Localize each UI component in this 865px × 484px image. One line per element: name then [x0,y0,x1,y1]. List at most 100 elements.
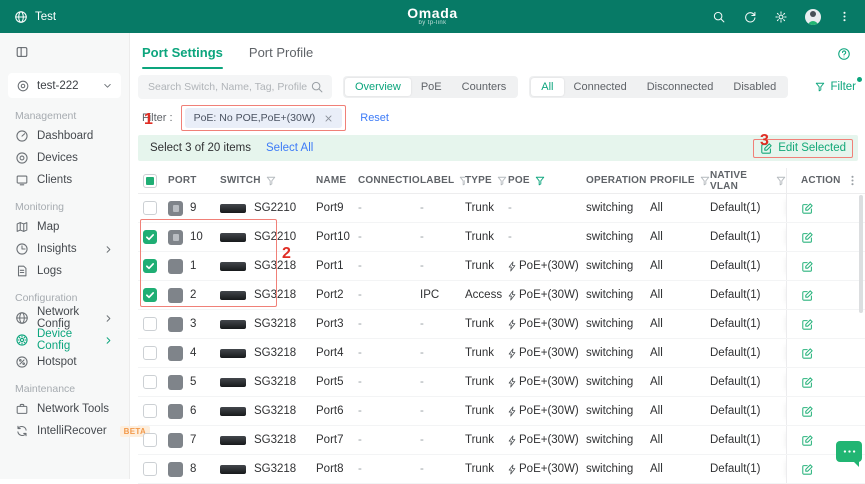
table-row[interactable]: 5 SG3218 Port5 - - Trunk PoE+(30W) switc… [138,368,865,397]
row-checkbox[interactable] [143,433,157,447]
port-number: 4 [190,347,196,359]
filter-button[interactable]: Filter [815,81,858,93]
row-checkbox[interactable] [143,404,157,418]
operation-value: switching [586,223,650,251]
sidebar-item-network-tools[interactable]: Network Tools [0,398,129,420]
port-name: Port3 [316,310,358,338]
edit-port-icon[interactable] [801,376,814,389]
table-row[interactable]: 9 SG2210 Port9 - - Trunk - switching All… [138,194,865,223]
sidebar-item-network-config[interactable]: Network Config [0,307,129,329]
status-segment-disabled[interactable]: Disabled [723,78,786,96]
edit-port-icon[interactable] [801,405,814,418]
device-config-icon [15,333,29,347]
gear-icon[interactable] [774,10,788,24]
site-selector[interactable]: test-222 [8,73,121,98]
kebab-menu-icon[interactable] [838,10,851,23]
select-all-checkbox[interactable] [143,174,157,188]
type-value: Trunk [465,426,508,454]
row-checkbox[interactable] [143,375,157,389]
select-all-link[interactable]: Select All [266,142,313,154]
sidebar-item-device-config[interactable]: Device Config [0,329,129,351]
sidebar-item-map[interactable]: Map [0,216,129,238]
annotation-number-2: 2 [282,245,291,263]
port-name: Port6 [316,397,358,425]
table-row[interactable]: 8 SG3218 Port8 - - Trunk PoE+(30W) switc… [138,455,865,484]
view-segment-poe[interactable]: PoE [411,78,452,96]
switch-thumbnail [220,436,246,445]
poe-value: PoE+(30W) [508,281,586,309]
table-scrollbar[interactable] [859,195,863,313]
sidebar-item-dashboard[interactable]: Dashboard [0,125,129,147]
row-checkbox[interactable] [143,317,157,331]
sidebar-item-clients[interactable]: Clients [0,169,129,191]
row-checkbox[interactable] [143,288,157,302]
chat-widget-button[interactable] [836,441,862,462]
funnel-icon [815,82,825,92]
reset-filters-link[interactable]: Reset [360,112,389,124]
edit-port-icon[interactable] [801,318,814,331]
edit-port-icon[interactable] [801,289,814,302]
edit-port-icon[interactable] [801,463,814,476]
table-row[interactable]: 6 SG3218 Port6 - - Trunk PoE+(30W) switc… [138,397,865,426]
chevron-right-icon [103,313,114,324]
status-segment-connected[interactable]: Connected [564,78,637,96]
sidebar-collapse-icon[interactable] [15,45,29,59]
funnel-icon[interactable] [266,176,276,186]
help-icon[interactable] [837,47,851,69]
funnel-icon[interactable] [497,176,507,186]
close-icon[interactable] [324,114,333,123]
table-row[interactable]: 10 SG2210 Port10 - - Trunk - switching A… [138,223,865,252]
switch-thumbnail [220,349,246,358]
row-checkbox[interactable] [143,346,157,360]
chat-dots-icon [842,448,857,455]
edit-port-icon[interactable] [801,260,814,273]
column-header-operation: OPERATION [586,168,650,193]
column-settings-icon[interactable] [846,174,859,187]
native-vlan-value: Default(1) [710,368,786,396]
search-icon[interactable] [712,10,726,24]
edit-port-icon[interactable] [801,202,814,215]
filter-chip[interactable]: PoE: No POE,PoE+(30W) [185,108,343,128]
view-segment-counters[interactable]: Counters [452,78,517,96]
edit-selected-button[interactable]: Edit Selected [760,142,846,155]
status-segment-all[interactable]: All [531,78,563,96]
sidebar-item-hotspot[interactable]: Hotspot [0,351,129,373]
tab-port-profile[interactable]: Port Profile [249,45,313,69]
sidebar-item-intellirecover[interactable]: IntelliRecover BETA [0,420,129,442]
sidebar-item-devices[interactable]: Devices [0,147,129,169]
table-row[interactable]: 2 SG3218 Port2 - IPC Access PoE+(30W) sw… [138,281,865,310]
avatar[interactable] [805,9,821,25]
row-checkbox[interactable] [143,259,157,273]
profile-value: All [650,194,710,222]
funnel-icon[interactable] [700,176,710,186]
status-segmented-control: AllConnectedDisconnectedDisabled [529,76,788,98]
view-segment-overview[interactable]: Overview [345,78,411,96]
funnel-icon[interactable] [776,176,786,186]
status-segment-disconnected[interactable]: Disconnected [637,78,724,96]
table-row[interactable]: 4 SG3218 Port4 - - Trunk PoE+(30W) switc… [138,339,865,368]
sidebar-item-logs[interactable]: Logs [0,260,129,282]
refresh-icon[interactable] [743,10,757,24]
table-row[interactable]: 1 SG3218 Port1 - - Trunk PoE+(30W) switc… [138,252,865,281]
edit-port-icon[interactable] [801,231,814,244]
table-row[interactable]: 3 SG3218 Port3 - - Trunk PoE+(30W) switc… [138,310,865,339]
search-input[interactable] [146,80,310,94]
view-segmented-control: OverviewPoECounters [343,76,518,98]
search-box[interactable] [138,75,332,99]
edit-port-icon[interactable] [801,347,814,360]
row-checkbox[interactable] [143,201,157,215]
profile-value: All [650,397,710,425]
label-value: - [420,339,465,367]
funnel-icon[interactable] [535,176,545,186]
tab-port-settings[interactable]: Port Settings [142,45,223,69]
row-checkbox[interactable] [143,462,157,476]
native-vlan-value: Default(1) [710,223,786,251]
poe-bolt-icon [508,406,516,417]
edit-port-icon[interactable] [801,434,814,447]
sidebar-item-insights[interactable]: Insights [0,238,129,260]
connection-value: - [358,426,420,454]
table-row[interactable]: 7 SG3218 Port7 - - Trunk PoE+(30W) switc… [138,426,865,455]
row-checkbox[interactable] [143,230,157,244]
controller-site[interactable]: Test [14,10,56,24]
port-number: 7 [190,434,196,446]
